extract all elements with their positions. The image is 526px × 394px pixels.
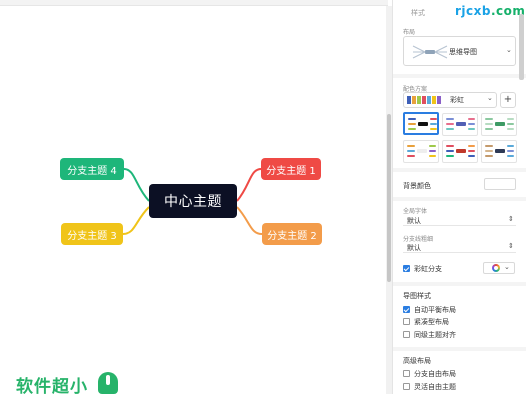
branch-topic-1[interactable]: 分支主题 1 (261, 158, 321, 180)
theme-swatch (437, 96, 441, 104)
connector-branch-4 (123, 168, 150, 202)
section-divider (393, 347, 526, 351)
branch-topic-4[interactable]: 分支主题 4 (60, 158, 124, 180)
rainbow-branch-label: 彩虹分支 (414, 265, 442, 273)
chevron-down-icon: ⌄ (487, 94, 493, 102)
theme-thumbnail[interactable] (442, 140, 478, 163)
color-wheel-icon (492, 264, 500, 272)
theme-swatch (407, 96, 411, 104)
brand-logo-text: 软件超小 (16, 377, 88, 394)
mindmap-structure-icon (412, 45, 448, 59)
flexible-topic-label: 灵活自由主题 (414, 383, 456, 391)
theme-thumbnail[interactable] (403, 140, 439, 163)
theme-thumbnail[interactable] (481, 140, 517, 163)
cup-logo-icon (98, 372, 118, 394)
theme-value: 彩虹 (450, 96, 464, 104)
chevron-down-icon: ⌄ (504, 263, 510, 271)
section-divider (393, 282, 526, 286)
theme-swatch (427, 96, 431, 104)
canvas-scrollbar-thumb[interactable] (387, 114, 391, 282)
select-arrows-icon: ⇕ (508, 215, 514, 223)
theme-swatch (422, 96, 426, 104)
branch-topic-3[interactable]: 分支主题 3 (61, 223, 123, 245)
section-divider (393, 74, 526, 78)
branch-topic-2[interactable]: 分支主题 2 (262, 223, 322, 245)
background-color-picker[interactable] (484, 178, 516, 190)
tab-style[interactable]: 样式 (411, 8, 425, 18)
line-thickness-value: 默认 (407, 244, 421, 252)
theme-swatch (412, 96, 416, 104)
connector-branch-2 (236, 206, 263, 235)
theme-thumbnail[interactable] (442, 113, 478, 136)
connector-branch-1 (236, 168, 262, 202)
structure-value: 思维导图 (449, 48, 477, 56)
auto-balance-label: 自动平衡布局 (414, 306, 456, 314)
theme-thumbnail[interactable] (403, 112, 439, 135)
font-value: 默认 (407, 217, 421, 225)
theme-thumbnail[interactable] (481, 113, 517, 136)
theme-swatch (417, 96, 421, 104)
watermark-domain: rjcxb (455, 4, 491, 18)
advanced-layout-title: 高级布局 (403, 357, 431, 365)
connector-branch-3 (122, 206, 150, 235)
free-branch-checkbox[interactable] (403, 370, 410, 377)
free-branch-label: 分支自由布局 (414, 370, 456, 378)
style-panel: 样式 rjcxb.com 布局 思维导图 ⌄ 配色方案 彩虹 ⌄ + 背景颜色 … (392, 0, 526, 394)
app-root: 中心主题 分支主题 1 分支主题 2 分支主题 3 分支主题 4 软件超小 样式… (0, 0, 526, 394)
watermark: rjcxb.com (455, 4, 525, 18)
add-theme-button[interactable]: + (500, 92, 516, 108)
central-topic[interactable]: 中心主题 (149, 184, 237, 218)
align-siblings-label: 同级主题对齐 (414, 331, 456, 339)
section-divider (393, 168, 526, 172)
background-color-label: 背景颜色 (403, 182, 431, 190)
auto-balance-checkbox[interactable] (403, 306, 410, 313)
compact-layout-label: 紧凑型布局 (414, 318, 449, 326)
rainbow-branch-checkbox[interactable] (403, 265, 410, 272)
select-arrows-icon: ⇕ (508, 242, 514, 250)
flexible-topic-checkbox[interactable] (403, 383, 410, 390)
section-divider (393, 197, 526, 201)
layout-style-title: 导图样式 (403, 292, 431, 300)
align-siblings-checkbox[interactable] (403, 331, 410, 338)
chevron-down-icon: ⌄ (506, 46, 512, 54)
compact-layout-checkbox[interactable] (403, 318, 410, 325)
panel-scrollbar-thumb[interactable] (519, 14, 524, 80)
theme-swatch (432, 96, 436, 104)
structure-label: 布局 (403, 29, 416, 36)
